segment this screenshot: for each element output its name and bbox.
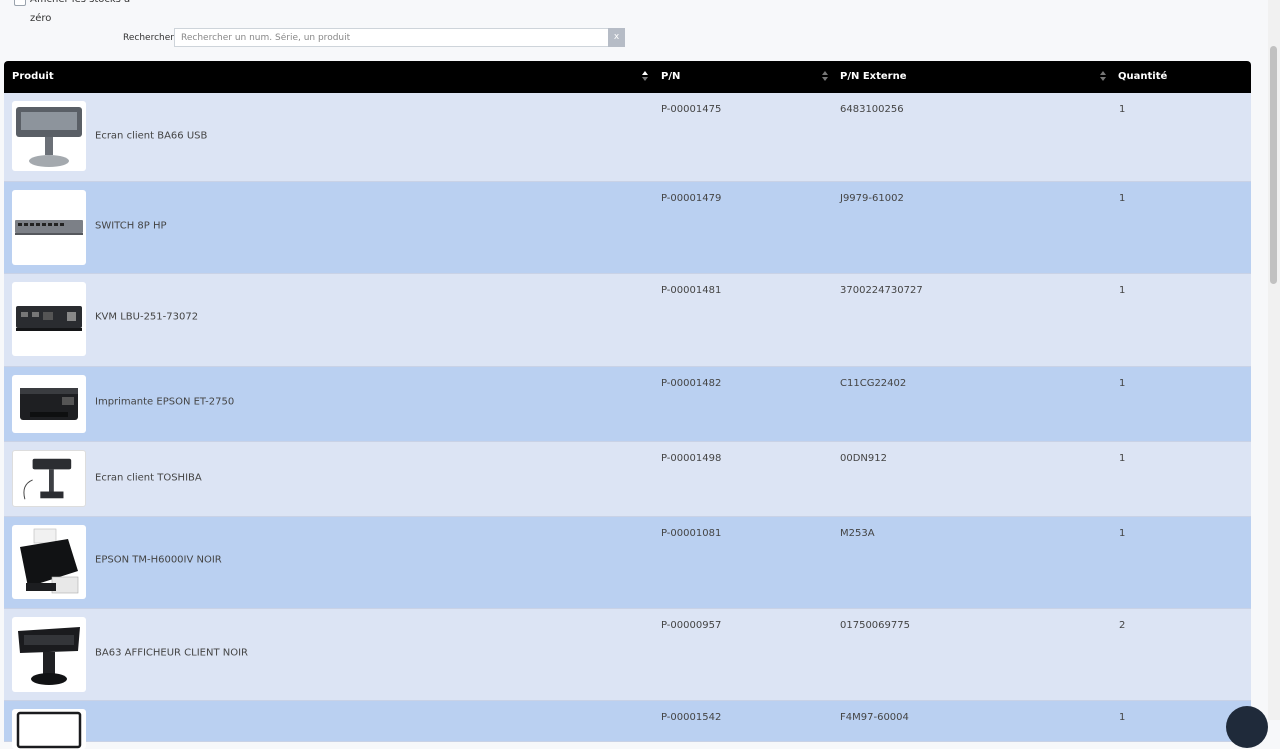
product-name[interactable]: KVM LBU-251-73072 xyxy=(95,312,198,323)
chat-icon[interactable] xyxy=(1226,706,1268,748)
page-scrollbar[interactable] xyxy=(1268,0,1280,720)
search-clear-button[interactable]: x xyxy=(608,28,625,47)
pn-cell: P-00001081 xyxy=(661,528,722,539)
pn-externe-cell: F4M97-60004 xyxy=(840,712,909,723)
filter-bar: Afficher les stocks à zéro Rechercher x xyxy=(0,0,1268,60)
table-row[interactable]: Imprimante EPSON ET-2750 P-00001482 C11C… xyxy=(4,367,1251,442)
sort-icon[interactable] xyxy=(1100,71,1106,83)
pn-cell: P-00001481 xyxy=(661,285,722,296)
quantity-cell: 1 xyxy=(1119,104,1126,115)
sort-icon[interactable] xyxy=(642,71,648,83)
pn-cell: P-00001498 xyxy=(661,453,722,464)
quantity-cell: 1 xyxy=(1119,528,1126,539)
table-row[interactable]: SWITCH 8P HP P-00001479 J9979-61002 1 xyxy=(4,182,1251,274)
table-row[interactable]: P-00001542 F4M97-60004 1 xyxy=(4,701,1251,749)
pn-externe-cell: 00DN912 xyxy=(840,453,887,464)
product-name[interactable]: EPSON TM-H6000IV NOIR xyxy=(95,555,222,566)
show-zero-stock-label: Afficher les stocks à zéro xyxy=(30,0,130,24)
network-switch-icon xyxy=(12,190,86,265)
column-header-pn[interactable]: P/N xyxy=(661,61,811,93)
product-name[interactable]: Imprimante EPSON ET-2750 xyxy=(95,397,234,408)
product-name[interactable]: Ecran client TOSHIBA xyxy=(95,473,202,484)
pn-externe-cell: 01750069775 xyxy=(840,620,910,631)
table-row[interactable]: EPSON TM-H6000IV NOIR P-00001081 M253A 1 xyxy=(4,517,1251,609)
sort-icon[interactable] xyxy=(822,71,828,83)
table-row[interactable]: Ecran client BA66 USB P-00001475 6483100… xyxy=(4,93,1251,182)
pn-cell: P-00001475 xyxy=(661,104,722,115)
search-input[interactable] xyxy=(174,28,611,47)
pn-cell: P-00001542 xyxy=(661,712,722,723)
stock-table: Produit P/N P/N Externe Quantité Ecran c… xyxy=(4,61,1251,749)
pn-externe-cell: 3700224730727 xyxy=(840,285,923,296)
pole-display-icon xyxy=(12,450,86,507)
quantity-cell: 1 xyxy=(1119,712,1126,723)
kvm-switch-icon xyxy=(12,282,86,356)
pn-externe-cell: 6483100256 xyxy=(840,104,904,115)
table-header: Produit P/N P/N Externe Quantité xyxy=(4,61,1251,93)
receipt-printer-icon xyxy=(12,525,86,599)
scrollbar-thumb[interactable] xyxy=(1270,46,1277,284)
column-header-produit[interactable]: Produit xyxy=(12,61,612,93)
product-name[interactable]: SWITCH 8P HP xyxy=(95,221,167,232)
product-name[interactable]: Ecran client BA66 USB xyxy=(95,131,207,142)
show-zero-stock-checkbox[interactable] xyxy=(14,0,26,6)
pn-cell: P-00001482 xyxy=(661,378,722,389)
quantity-cell: 2 xyxy=(1119,620,1126,631)
product-name[interactable]: BA63 AFFICHEUR CLIENT NOIR xyxy=(95,648,248,659)
quantity-cell: 1 xyxy=(1119,193,1126,204)
quantity-cell: 1 xyxy=(1119,285,1126,296)
pos-display-icon xyxy=(12,101,86,171)
pn-externe-cell: M253A xyxy=(840,528,875,539)
quantity-cell: 1 xyxy=(1119,378,1126,389)
pn-externe-cell: J9979-61002 xyxy=(840,193,904,204)
table-row[interactable]: KVM LBU-251-73072 P-00001481 37002247307… xyxy=(4,274,1251,367)
pn-cell: P-00001479 xyxy=(661,193,722,204)
monitor-icon xyxy=(12,709,86,749)
table-row[interactable]: BA63 AFFICHEUR CLIENT NOIR P-00000957 01… xyxy=(4,609,1251,701)
pn-cell: P-00000957 xyxy=(661,620,722,631)
column-header-pn-externe[interactable]: P/N Externe xyxy=(840,61,1090,93)
table-row[interactable]: Ecran client TOSHIBA P-00001498 00DN912 … xyxy=(4,442,1251,517)
search-label: Rechercher xyxy=(123,33,174,43)
quantity-cell: 1 xyxy=(1119,453,1126,464)
column-header-quantite[interactable]: Quantité xyxy=(1118,61,1238,93)
pn-externe-cell: C11CG22402 xyxy=(840,378,907,389)
customer-display-icon xyxy=(12,617,86,692)
printer-icon xyxy=(12,375,86,433)
